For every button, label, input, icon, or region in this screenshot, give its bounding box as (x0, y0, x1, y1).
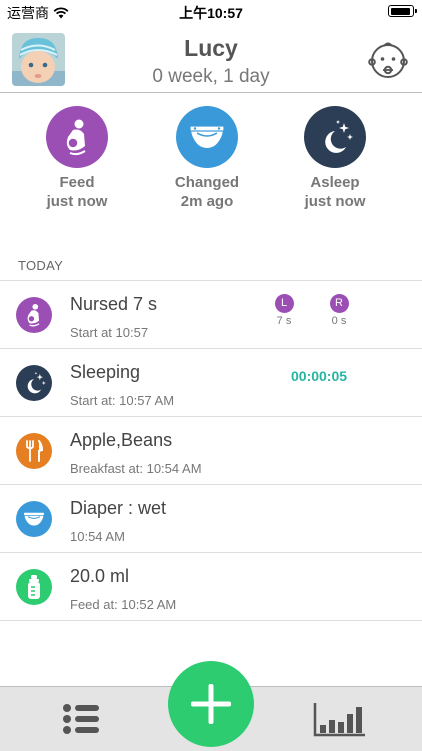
entry-meal[interactable]: Apple,Beans Breakfast at: 10:54 AM (0, 417, 422, 485)
quick-changed-time: 2m ago (180, 193, 234, 210)
clock: 上午10:57 (179, 5, 243, 21)
entry-title: 20.0 ml (70, 566, 130, 586)
list-icon[interactable] (58, 699, 104, 739)
quick-feed-button[interactable]: Feed just now (22, 106, 132, 211)
quick-feed-time: just now (46, 193, 108, 210)
baby-name: Lucy (184, 35, 238, 61)
diaper-icon (16, 501, 52, 537)
entry-bottle[interactable]: 20.0 ml Feed at: 10:52 AM (0, 553, 422, 621)
diaper-icon (189, 125, 225, 148)
bar-chart-icon[interactable] (312, 699, 368, 739)
baby-age: 0 week, 1 day (152, 66, 270, 87)
status-bar: 运营商 上午10:57 (0, 0, 422, 24)
entry-list: Nursed 7 s Start at 10:57 L 7 s R 0 s Sl… (0, 280, 422, 621)
quick-feed-circle (46, 106, 108, 168)
right-side-indicator: R 0 s (327, 294, 351, 327)
entry-subtitle: Start at: 10:57 AM (70, 393, 175, 408)
quick-changed-button[interactable]: Changed 2m ago (152, 106, 262, 211)
entry-title: Nursed 7 s (70, 294, 158, 314)
quick-changed-circle (176, 106, 238, 168)
quick-asleep-label: Asleep (310, 174, 360, 191)
sleep-timer: 00:00:05 (291, 368, 348, 384)
entry-nursed[interactable]: Nursed 7 s Start at 10:57 L 7 s R 0 s (0, 281, 422, 349)
entry-diaper[interactable]: Diaper : wet 10:54 AM (0, 485, 422, 553)
left-side-indicator: L 7 s (272, 294, 296, 327)
entry-subtitle: Start at 10:57 (70, 325, 149, 340)
entry-sleeping[interactable]: Sleeping Start at: 10:57 AM 00:00:05 (0, 349, 422, 417)
nursing-icon (16, 297, 52, 333)
entry-subtitle: Feed at: 10:52 AM (70, 597, 177, 612)
left-side-badge: L (274, 294, 294, 313)
entry-subtitle: Breakfast at: 10:54 AM (70, 461, 202, 476)
moon-stars-icon (325, 120, 353, 153)
right-side-duration: 0 s (331, 315, 347, 327)
entry-title: Sleeping (70, 362, 141, 382)
right-side-badge: R (329, 294, 349, 313)
bottle-icon (16, 569, 52, 605)
plus-icon (191, 684, 231, 724)
section-title-today: TODAY (18, 258, 64, 273)
quick-asleep-button[interactable]: Asleep just now (280, 106, 390, 211)
quick-feed-label: Feed (59, 174, 95, 191)
entry-title: Apple,Beans (70, 430, 173, 450)
quick-asleep-circle (304, 106, 366, 168)
fork-knife-icon (16, 433, 52, 469)
quick-changed-label: Changed (174, 174, 240, 191)
moon-stars-icon (16, 365, 52, 401)
quick-asleep-time: just now (304, 193, 366, 210)
nursing-icon (66, 119, 86, 156)
entry-subtitle: 10:54 AM (70, 529, 125, 544)
baby-header: Lucy 0 week, 1 day (0, 24, 422, 93)
battery-icon (388, 5, 417, 17)
baby-face-icon[interactable] (366, 38, 410, 82)
left-side-duration: 7 s (276, 315, 292, 327)
entry-title: Diaper : wet (70, 498, 167, 518)
add-entry-button[interactable] (168, 661, 254, 747)
